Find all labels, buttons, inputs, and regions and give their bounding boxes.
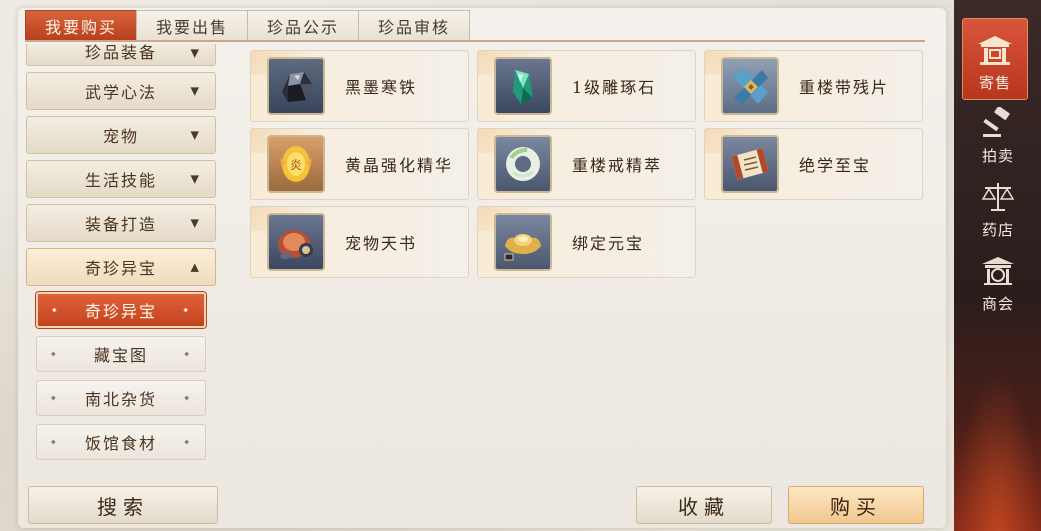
gold-ingot-icon [494,213,552,271]
nav-label: 寄售 [978,74,1011,92]
subcategory-treasure-map[interactable]: 藏宝图 [36,336,206,372]
nav-guild[interactable]: 商会 [972,252,1024,314]
item-card[interactable]: 重楼带残片 [704,50,923,122]
scroll-icon [721,135,779,193]
subcategory-restaurant-ingredients[interactable]: 饭馆食材 [36,424,206,460]
gavel-icon [979,106,1017,145]
right-nav: 寄售 拍卖 药店 商会 [954,0,1041,531]
category-label: 武学心法 [84,83,157,102]
jade-ring-icon [494,135,552,193]
category-label: 装备打造 [84,215,157,234]
guild-hall-icon [979,255,1017,293]
item-grid: 黑墨寒铁 1级雕琢石 重楼带残片 炎 黄晶强化精华 重楼戒精萃 绝学至宝 宠物天… [250,50,926,278]
chevron-down-icon: ▼ [190,216,201,230]
item-name: 绝学至宝 [799,156,872,175]
category-sidebar[interactable]: 珍品装备 ▼ 武学心法 ▼ 宠物 ▼ 生活技能 ▼ 装备打造 ▼ 奇珍异宝 ▲ … [26,44,220,476]
favorite-button[interactable]: 收藏 [636,486,772,524]
item-card[interactable]: 绑定元宝 [477,206,696,278]
green-crystal-icon [494,57,552,115]
nav-label: 拍卖 [981,147,1014,165]
belt-fragment-icon [721,57,779,115]
chevron-up-icon: ▲ [190,260,201,274]
item-name: 重楼带残片 [799,78,890,97]
item-card[interactable]: 炎 黄晶强化精华 [250,128,469,200]
svg-text:炎: 炎 [290,158,302,172]
item-card[interactable]: 重楼戒精萃 [477,128,696,200]
category-label: 生活技能 [84,171,157,190]
buy-button[interactable]: 购买 [788,486,924,524]
black-iron-ore-icon [267,57,325,115]
search-button[interactable]: 搜索 [28,486,218,524]
nav-consignment[interactable]: 寄售 [962,18,1028,100]
item-name: 1级雕琢石 [572,78,657,97]
item-card[interactable]: 1级雕琢石 [477,50,696,122]
tab-treasure-announcement[interactable]: 珍品公示 [247,10,359,40]
nav-auction[interactable]: 拍卖 [972,104,1024,166]
tab-divider [25,40,925,42]
pet-book-icon [267,213,325,271]
category-pets[interactable]: 宠物 ▼ [26,116,216,154]
subcategory-rare-treasures[interactable]: 奇珍异宝 [36,292,206,328]
item-card[interactable]: 绝学至宝 [704,128,923,200]
item-name: 黄晶强化精华 [345,156,454,175]
item-name: 绑定元宝 [572,234,645,253]
pavilion-icon [976,34,1014,72]
category-label: 珍品装备 [84,44,157,62]
chevron-down-icon: ▼ [190,128,201,142]
tab-treasure-review[interactable]: 珍品审核 [358,10,470,40]
chevron-down-icon: ▼ [190,172,201,186]
scales-icon [979,181,1017,219]
tab-buy[interactable]: 我要购买 [25,10,137,40]
chevron-down-icon: ▼ [190,84,201,98]
nav-pharmacy[interactable]: 药店 [972,178,1024,240]
nav-label: 商会 [981,295,1014,313]
category-treasure-equipment[interactable]: 珍品装备 ▼ [26,44,216,66]
category-label: 奇珍异宝 [84,259,157,278]
chevron-down-icon: ▼ [190,46,201,60]
category-martial-arts[interactable]: 武学心法 ▼ [26,72,216,110]
item-name: 重楼戒精萃 [572,156,663,175]
category-equipment-forging[interactable]: 装备打造 ▼ [26,204,216,242]
golden-essence-icon: 炎 [267,135,325,193]
category-life-skills[interactable]: 生活技能 ▼ [26,160,216,198]
tab-sell[interactable]: 我要出售 [136,10,248,40]
category-rare-treasures[interactable]: 奇珍异宝 ▲ [26,248,216,286]
subcategory-general-goods[interactable]: 南北杂货 [36,380,206,416]
item-card[interactable]: 黑墨寒铁 [250,50,469,122]
item-card[interactable]: 宠物天书 [250,206,469,278]
item-name: 黑墨寒铁 [345,78,418,97]
category-label: 宠物 [102,127,139,146]
nav-label: 药店 [981,221,1014,239]
item-name: 宠物天书 [345,234,418,253]
tab-bar: 我要购买 我要出售 珍品公示 珍品审核 [25,10,470,40]
